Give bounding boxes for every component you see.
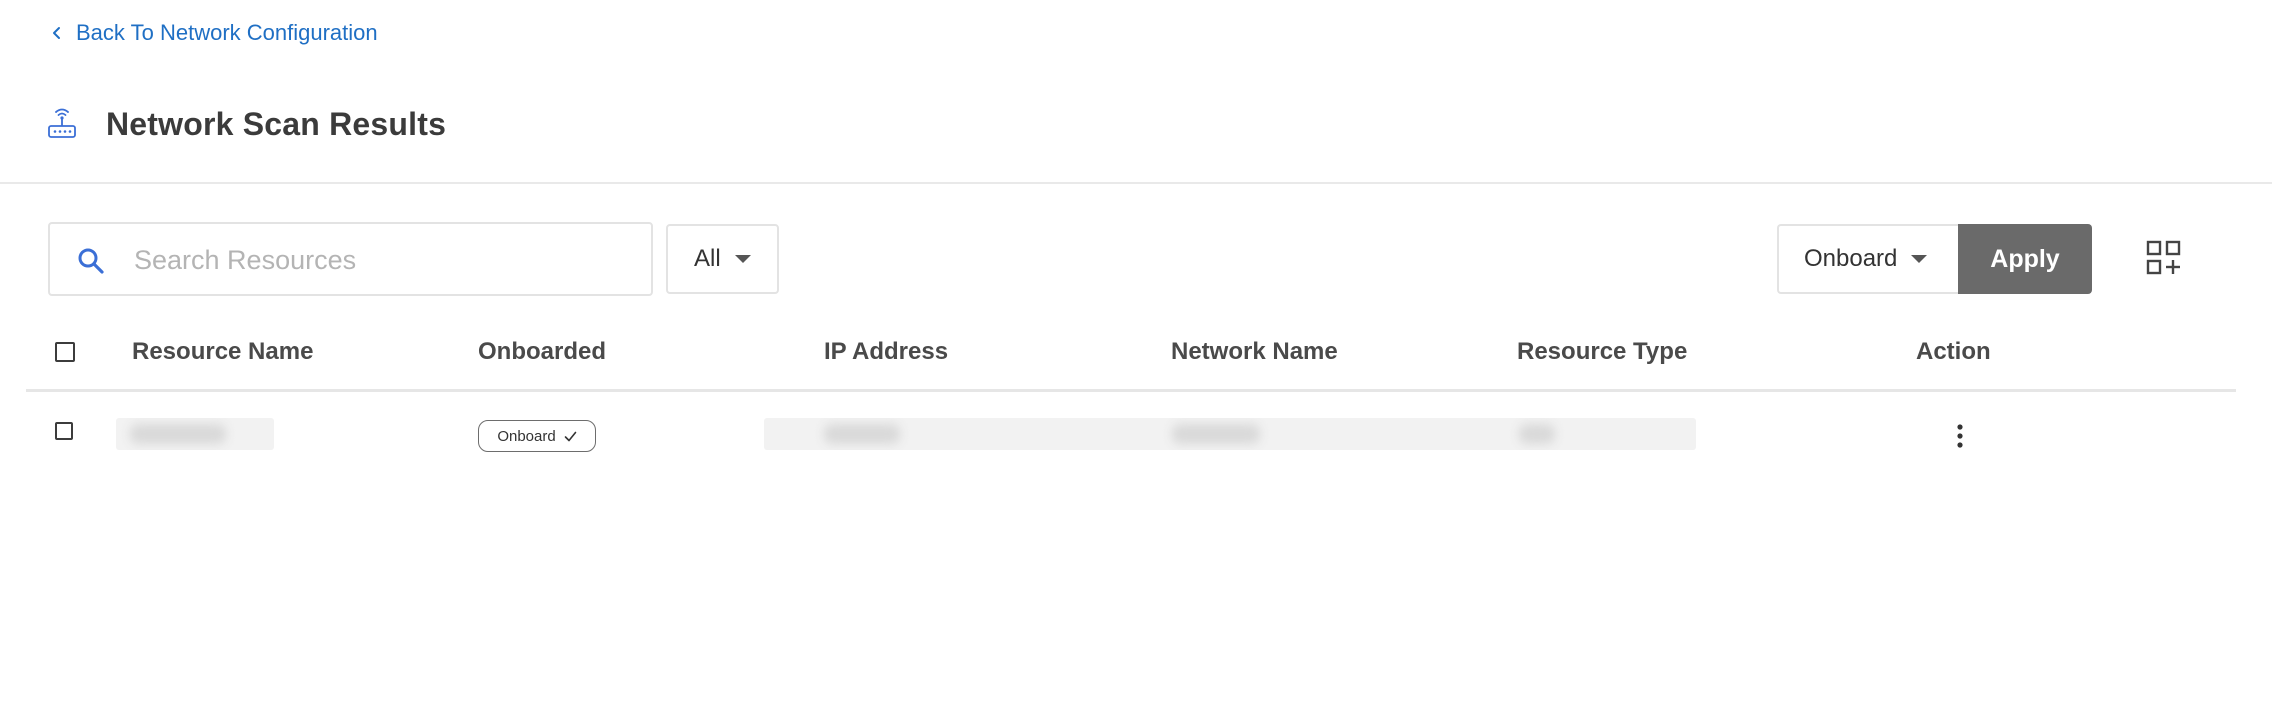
chevron-left-icon bbox=[53, 27, 60, 39]
redacted-text bbox=[1519, 424, 1555, 444]
back-link-label: Back To Network Configuration bbox=[76, 20, 378, 45]
row-checkbox[interactable] bbox=[55, 422, 73, 440]
redacted-text bbox=[824, 424, 900, 444]
back-to-network-configuration-link[interactable]: Back To Network Configuration bbox=[50, 20, 378, 46]
kebab-menu-icon[interactable] bbox=[1948, 422, 1972, 450]
onboard-status-badge: Onboard bbox=[478, 420, 596, 452]
column-header-action: Action bbox=[1916, 338, 1991, 365]
page-header: Network Scan Results bbox=[46, 100, 446, 148]
filter-dropdown[interactable]: All bbox=[666, 224, 779, 294]
bulk-action-dropdown[interactable]: Onboard bbox=[1777, 224, 1959, 294]
details-cells-redacted bbox=[764, 418, 1696, 450]
table-header: Resource Name Onboarded IP Address Netwo… bbox=[26, 320, 2236, 392]
column-header-resource-type[interactable]: Resource Type bbox=[1517, 338, 1687, 366]
table-row: Onboard bbox=[26, 396, 2236, 472]
resource-name-cell-redacted bbox=[116, 418, 274, 450]
search-icon bbox=[78, 248, 104, 274]
grid-add-icon[interactable] bbox=[2146, 240, 2182, 276]
column-header-ip-address[interactable]: IP Address bbox=[824, 338, 948, 366]
column-header-network-name[interactable]: Network Name bbox=[1171, 338, 1338, 366]
filter-dropdown-value: All bbox=[694, 245, 721, 272]
search-box bbox=[48, 222, 653, 296]
redacted-text bbox=[130, 424, 226, 444]
caret-down-icon bbox=[734, 255, 751, 263]
column-header-onboarded[interactable]: Onboarded bbox=[478, 338, 606, 366]
apply-button[interactable]: Apply bbox=[1958, 224, 2092, 294]
redacted-text bbox=[1172, 424, 1260, 444]
check-icon bbox=[564, 431, 576, 441]
bulk-action-value: Onboard bbox=[1804, 245, 1898, 272]
router-icon bbox=[48, 108, 76, 138]
header-divider bbox=[0, 182, 2272, 184]
caret-down-icon bbox=[1911, 255, 1928, 263]
onboard-badge-label: Onboard bbox=[497, 427, 556, 445]
column-header-resource-name[interactable]: Resource Name bbox=[132, 338, 313, 366]
search-input[interactable] bbox=[134, 238, 634, 282]
select-all-checkbox[interactable] bbox=[55, 342, 75, 362]
page-title: Network Scan Results bbox=[106, 105, 447, 142]
